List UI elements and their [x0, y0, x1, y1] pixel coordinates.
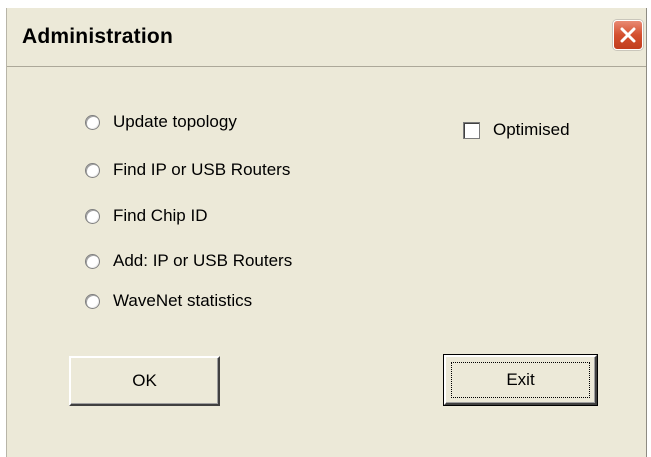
- radio-button[interactable]: [85, 208, 100, 224]
- close-icon: [620, 27, 636, 43]
- ok-button[interactable]: OK: [69, 356, 220, 406]
- radio-button[interactable]: [85, 293, 100, 309]
- option-update-topology[interactable]: Update topology: [85, 111, 237, 133]
- option-label: Update topology: [113, 112, 237, 131]
- window-title: Administration: [22, 25, 173, 48]
- title-bar: Administration: [7, 8, 646, 60]
- optimised-label: Optimised: [493, 120, 570, 139]
- option-add-ip-or-usb-routers[interactable]: Add: IP or USB Routers: [85, 250, 292, 272]
- option-label: Add: IP or USB Routers: [113, 251, 293, 270]
- radio-button[interactable]: [85, 253, 100, 269]
- exit-button[interactable]: Exit: [443, 354, 598, 406]
- ok-button-label: OK: [132, 371, 157, 390]
- option-label: Find Chip ID: [113, 206, 208, 225]
- optimised-option[interactable]: Optimised: [463, 118, 570, 142]
- option-wavenet-statistics[interactable]: WaveNet statistics: [85, 290, 252, 312]
- option-label: WaveNet statistics: [113, 291, 253, 310]
- optimised-checkbox[interactable]: [463, 121, 480, 139]
- radio-button[interactable]: [85, 114, 100, 130]
- option-label: Find IP or USB Routers: [113, 160, 291, 179]
- radio-button[interactable]: [85, 162, 100, 178]
- title-separator: [7, 66, 646, 67]
- option-find-ip-or-usb-routers[interactable]: Find IP or USB Routers: [85, 159, 290, 181]
- exit-button-label: Exit: [506, 370, 535, 389]
- administration-dialog: Administration Update topology Find IP o…: [6, 8, 647, 457]
- close-button[interactable]: [613, 20, 643, 50]
- option-find-chip-id[interactable]: Find Chip ID: [85, 205, 207, 227]
